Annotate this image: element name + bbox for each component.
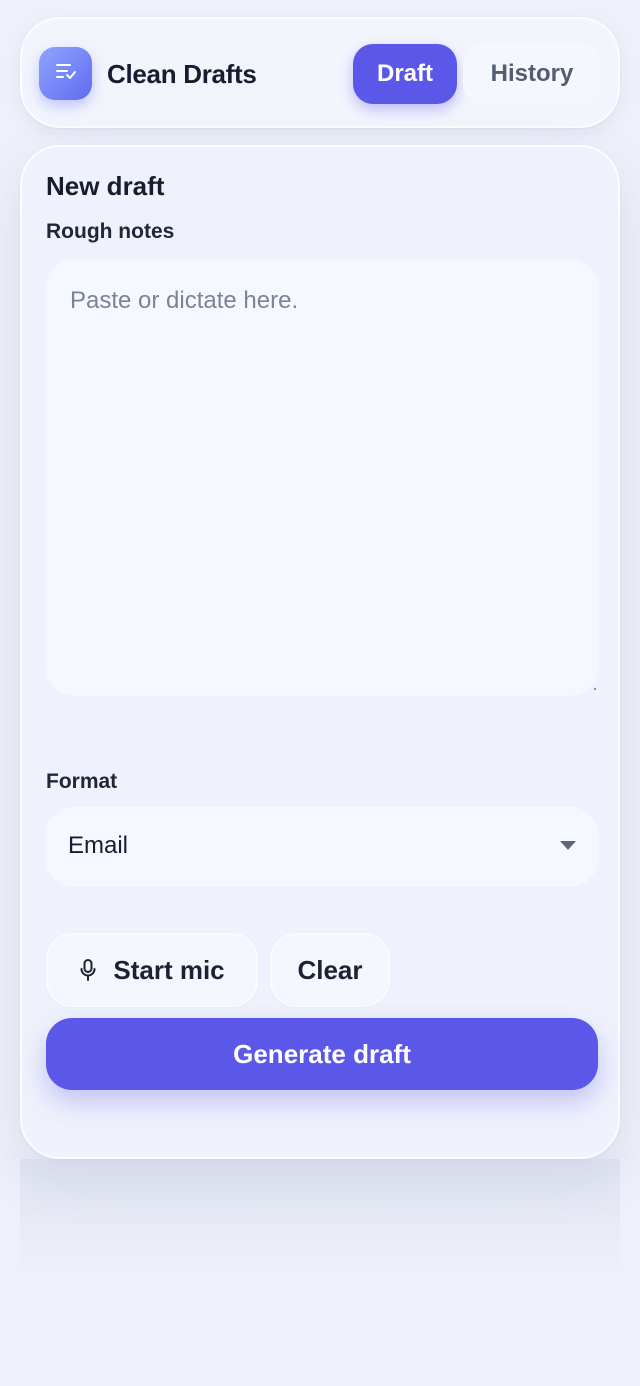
card-title: New draft	[46, 171, 165, 201]
view-tabs: Draft History	[352, 43, 602, 105]
start-mic-label: Start mic	[113, 954, 225, 985]
notes-label: Rough notes	[46, 220, 175, 243]
tab-draft[interactable]: Draft	[353, 44, 457, 104]
clear-button[interactable]: Clear	[270, 933, 390, 1007]
caret-down-icon	[560, 841, 576, 850]
start-mic-button[interactable]: Start mic	[46, 933, 258, 1007]
format-label: Format	[46, 770, 118, 793]
list-check-icon	[55, 62, 77, 85]
generate-draft-label: Generate draft	[233, 1038, 411, 1069]
clear-label: Clear	[297, 954, 363, 985]
app-header: Clean Drafts Draft History	[20, 17, 620, 128]
resize-handle-icon[interactable]	[594, 688, 596, 690]
tab-history[interactable]: History	[463, 44, 601, 104]
notes-textarea[interactable]: Paste or dictate here.	[46, 258, 598, 694]
app-title: Clean Drafts	[107, 59, 257, 89]
format-select[interactable]: Email	[46, 807, 598, 885]
notes-placeholder: Paste or dictate here.	[70, 287, 299, 314]
format-selected-value: Email	[68, 832, 129, 859]
card-shadow-fade	[20, 1159, 620, 1279]
app-logo	[39, 47, 92, 100]
generate-draft-button[interactable]: Generate draft	[46, 1018, 598, 1090]
microphone-icon	[79, 958, 97, 982]
new-draft-card: New draft Rough notes Paste or dictate h…	[20, 145, 620, 1159]
